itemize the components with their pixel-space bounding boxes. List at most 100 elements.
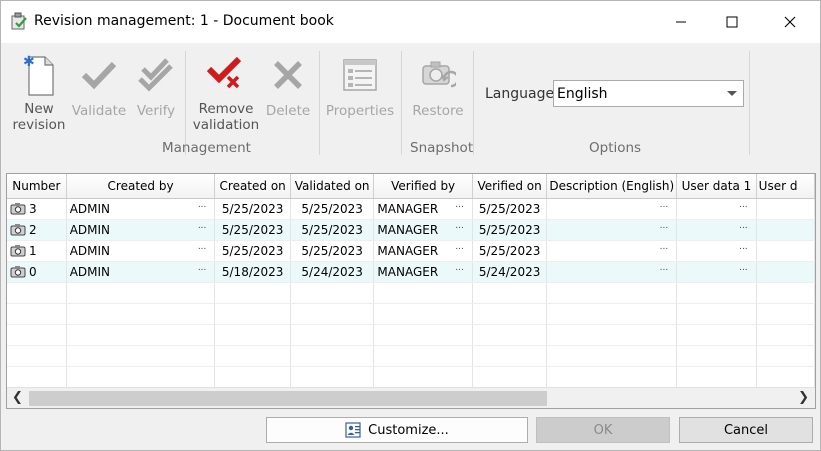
validate-label: Validate xyxy=(71,103,127,119)
table-row[interactable]: 3 ADMIN... 5/25/2023 5/25/2023 MANAGER..… xyxy=(7,198,815,220)
validated-on-cell: 5/25/2023 xyxy=(290,219,375,241)
snapshot-camera-icon xyxy=(10,266,26,278)
number-cell: 2 xyxy=(7,219,67,241)
ellipsis-button[interactable]: ... xyxy=(455,221,464,231)
user-data-2-cell xyxy=(756,240,815,262)
number-cell: 3 xyxy=(7,198,67,220)
verified-by-cell: MANAGER... xyxy=(373,198,473,220)
management-group-label: Management xyxy=(162,140,251,156)
ellipsis-button[interactable]: ... xyxy=(739,242,748,252)
column-header-created-on[interactable]: Created on xyxy=(214,174,291,199)
user-data-1-cell: ... xyxy=(676,261,757,283)
verified-by-cell: MANAGER... xyxy=(373,240,473,262)
customize-icon xyxy=(345,422,361,438)
verified-by-value: MANAGER xyxy=(377,265,439,279)
ellipsis-button[interactable]: ... xyxy=(198,200,207,210)
verified-by-cell: MANAGER... xyxy=(373,219,473,241)
scrollbar-thumb[interactable] xyxy=(29,391,547,406)
column-header-description[interactable]: Description (English) xyxy=(546,174,678,199)
svg-text:✱: ✱ xyxy=(23,54,35,70)
table-row[interactable]: 2 ADMIN... 5/25/2023 5/25/2023 MANAGER..… xyxy=(7,219,815,241)
revisions-table: Number Created by Created on Validated o… xyxy=(7,174,815,388)
restore-button[interactable]: Restore xyxy=(407,51,469,119)
table-row[interactable]: 0 ADMIN... 5/18/2023 5/24/2023 MANAGER..… xyxy=(7,261,815,283)
properties-list-icon xyxy=(343,59,377,91)
close-icon xyxy=(784,16,796,28)
ok-button[interactable]: OK xyxy=(536,417,670,443)
ellipsis-button[interactable]: ... xyxy=(660,200,669,210)
minimize-button[interactable] xyxy=(658,1,704,43)
validate-button[interactable]: Validate xyxy=(71,51,127,119)
new-revision-button[interactable]: ✱ New revision xyxy=(11,51,67,133)
created-by-cell: ADMIN... xyxy=(66,198,216,220)
new-revision-label-line2: revision xyxy=(12,117,66,133)
properties-button[interactable]: Properties xyxy=(325,51,395,119)
ellipsis-button[interactable]: ... xyxy=(660,263,669,273)
column-header-verified-by[interactable]: Verified by xyxy=(373,174,473,199)
user-data-1-cell: ... xyxy=(676,198,757,220)
title-bar: Revision management: 1 - Document book xyxy=(1,1,820,43)
column-header-validated-on[interactable]: Validated on xyxy=(290,174,375,199)
ellipsis-button[interactable]: ... xyxy=(198,242,207,252)
description-cell: ... xyxy=(546,219,678,241)
ellipsis-button[interactable]: ... xyxy=(739,200,748,210)
revision-management-window: Revision management: 1 - Document book ✱… xyxy=(0,0,821,451)
created-on-cell: 5/18/2023 xyxy=(214,261,291,283)
minimize-icon xyxy=(676,21,686,23)
validated-on-cell: 5/25/2023 xyxy=(290,198,375,220)
horizontal-scrollbar[interactable]: ❮ ❯ xyxy=(7,387,815,408)
ribbon-separator xyxy=(749,51,750,155)
ellipsis-button[interactable]: ... xyxy=(455,242,464,252)
remove-validation-label-line1: Remove xyxy=(198,101,254,117)
ellipsis-button[interactable]: ... xyxy=(198,263,207,273)
ellipsis-button[interactable]: ... xyxy=(739,221,748,231)
ellipsis-button[interactable]: ... xyxy=(660,221,669,231)
verify-button[interactable]: Verify xyxy=(133,51,179,119)
language-select[interactable]: English xyxy=(553,80,744,107)
cancel-label: Cancel xyxy=(723,422,769,438)
verified-on-cell: 5/25/2023 xyxy=(472,198,548,220)
ellipsis-button[interactable]: ... xyxy=(455,200,464,210)
snapshot-camera-icon xyxy=(10,245,26,257)
maximize-button[interactable] xyxy=(709,1,755,43)
scroll-right-icon[interactable]: ❯ xyxy=(798,390,809,405)
scroll-left-icon[interactable]: ❮ xyxy=(12,390,23,405)
empty-row xyxy=(7,345,815,367)
created-on-cell: 5/25/2023 xyxy=(214,198,291,220)
close-button[interactable] xyxy=(767,1,813,43)
ellipsis-button[interactable]: ... xyxy=(455,263,464,273)
revision-number: 2 xyxy=(29,223,37,237)
created-by-cell: ADMIN... xyxy=(66,240,216,262)
user-data-2-cell xyxy=(756,219,815,241)
revisions-grid[interactable]: Number Created by Created on Validated o… xyxy=(6,173,816,409)
created-by-value: ADMIN xyxy=(69,244,111,258)
restore-label: Restore xyxy=(412,103,464,119)
dialog-footer: Customize... OK Cancel xyxy=(1,409,820,450)
user-data-1-cell: ... xyxy=(676,240,757,262)
language-label: Language xyxy=(485,86,555,102)
column-header-user-data-1[interactable]: User data 1 xyxy=(676,174,757,199)
ellipsis-button[interactable]: ... xyxy=(739,263,748,273)
maximize-icon xyxy=(726,16,738,28)
delete-button[interactable]: Delete xyxy=(263,51,313,119)
table-row[interactable]: 1 ADMIN... 5/25/2023 5/25/2023 MANAGER..… xyxy=(7,240,815,262)
column-header-number[interactable]: Number xyxy=(7,174,67,199)
check-icon xyxy=(81,61,117,90)
validated-on-cell: 5/24/2023 xyxy=(290,261,375,283)
description-cell: ... xyxy=(546,240,678,262)
empty-row xyxy=(7,282,815,304)
column-header-verified-on[interactable]: Verified on xyxy=(472,174,548,199)
customize-button[interactable]: Customize... xyxy=(266,417,528,443)
ellipsis-button[interactable]: ... xyxy=(660,242,669,252)
validated-on-cell: 5/25/2023 xyxy=(290,240,375,262)
language-select-value: English xyxy=(557,86,608,102)
cancel-button[interactable]: Cancel xyxy=(679,417,813,443)
ribbon-separator xyxy=(473,51,474,155)
delete-x-icon xyxy=(274,61,302,89)
empty-row xyxy=(7,303,815,325)
ellipsis-button[interactable]: ... xyxy=(198,221,207,231)
column-header-created-by[interactable]: Created by xyxy=(66,174,216,199)
column-header-user-data-2[interactable]: User d xyxy=(756,174,815,199)
remove-validation-button[interactable]: Remove validation xyxy=(191,51,261,133)
verified-on-cell: 5/24/2023 xyxy=(472,261,548,283)
